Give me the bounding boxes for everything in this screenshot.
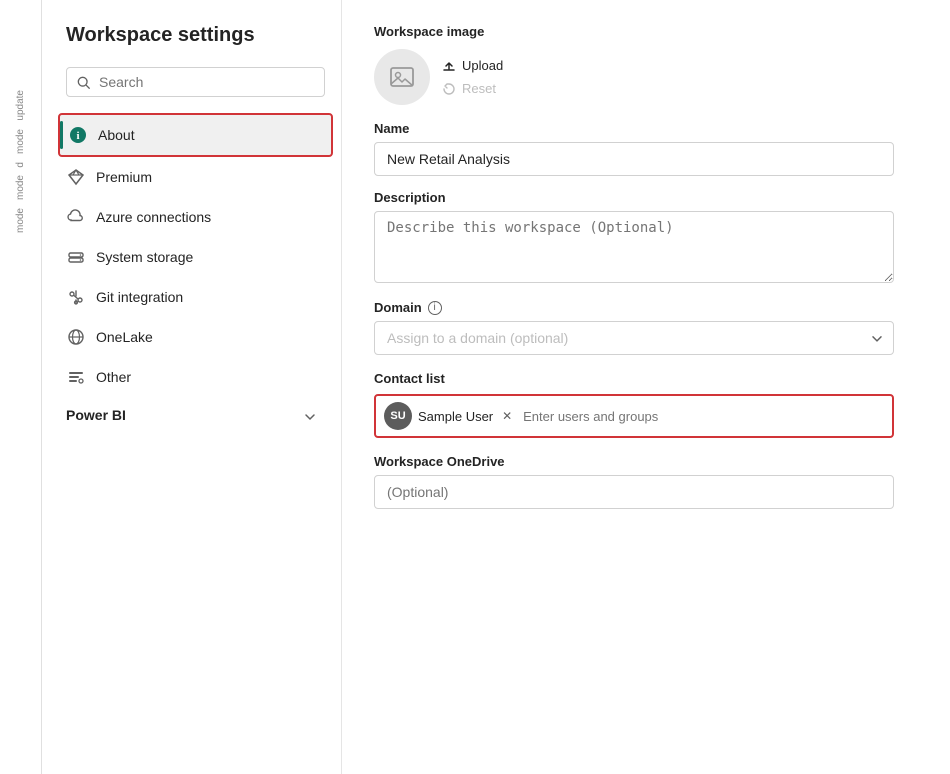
info-circle-icon: i — [428, 301, 442, 315]
name-section: Name — [374, 121, 918, 176]
left-edge-panel: update mode d mode mode — [0, 0, 42, 774]
workspace-image-section: Workspace image Upload — [374, 24, 918, 105]
contact-list-label: Contact list — [374, 371, 918, 386]
sidebar-item-git[interactable]: Git integration — [58, 277, 333, 317]
onelake-icon — [66, 327, 86, 347]
image-row: Upload Reset — [374, 49, 918, 105]
sidebar-item-label-onelake: OneLake — [96, 329, 153, 345]
search-box[interactable] — [66, 67, 325, 97]
sidebar-item-premium[interactable]: Premium — [58, 157, 333, 197]
sidebar-item-label-premium: Premium — [96, 169, 152, 185]
upload-button[interactable]: Upload — [442, 56, 503, 75]
sidebar-item-label-about: About — [98, 127, 135, 143]
sidebar-item-storage[interactable]: System storage — [58, 237, 333, 277]
domain-label: Domain — [374, 300, 422, 315]
contact-list-field[interactable]: SU Sample User ✕ — [374, 394, 894, 438]
sidebar-item-label-git: Git integration — [96, 289, 183, 305]
left-edge-label-1: update — [15, 90, 26, 121]
sidebar: Workspace settings i About — [42, 0, 342, 774]
user-name: Sample User — [418, 409, 493, 424]
sidebar-item-about[interactable]: i About — [58, 113, 333, 157]
info-icon: i — [68, 125, 88, 145]
domain-dropdown[interactable]: Assign to a domain (optional) — [374, 321, 894, 355]
chevron-down-icon — [870, 330, 884, 346]
remove-user-button[interactable]: ✕ — [499, 408, 515, 424]
sidebar-item-azure[interactable]: Azure connections — [58, 197, 333, 237]
sidebar-item-label-storage: System storage — [96, 249, 193, 265]
domain-placeholder: Assign to a domain (optional) — [387, 330, 568, 346]
sidebar-item-other[interactable]: Other — [58, 357, 333, 397]
sidebar-item-label-other: Other — [96, 369, 131, 385]
main-container: Workspace settings i About — [42, 0, 950, 774]
onedrive-input[interactable] — [374, 475, 894, 509]
content-area: Workspace image Upload — [342, 0, 950, 774]
avatar-initials: SU — [390, 410, 405, 422]
left-edge-label-2: mode — [15, 129, 26, 154]
avatar: SU — [384, 402, 412, 430]
other-icon — [66, 367, 86, 387]
domain-label-row: Domain i — [374, 300, 918, 315]
power-bi-section[interactable]: Power BI — [58, 397, 333, 433]
image-actions: Upload Reset — [442, 56, 503, 98]
description-input[interactable] — [374, 211, 894, 283]
contact-list-section: Contact list SU Sample User ✕ — [374, 371, 918, 438]
domain-dropdown-field[interactable]: Assign to a domain (optional) — [374, 321, 894, 355]
domain-section: Domain i Assign to a domain (optional) — [374, 300, 918, 355]
search-input[interactable] — [99, 74, 314, 90]
diamond-icon — [66, 167, 86, 187]
cloud-icon — [66, 207, 86, 227]
user-chip: SU Sample User ✕ — [384, 402, 515, 430]
sidebar-item-label-azure: Azure connections — [96, 209, 211, 225]
sidebar-item-onelake[interactable]: OneLake — [58, 317, 333, 357]
git-icon — [66, 287, 86, 307]
reset-label: Reset — [462, 81, 496, 96]
workspace-image-label: Workspace image — [374, 24, 918, 39]
reset-button[interactable]: Reset — [442, 79, 503, 98]
chevron-down-icon — [303, 407, 317, 423]
description-section: Description — [374, 190, 918, 286]
svg-text:i: i — [76, 130, 79, 142]
name-input[interactable] — [374, 142, 894, 176]
search-icon — [77, 74, 91, 90]
power-bi-label: Power BI — [66, 407, 126, 423]
left-edge-label-3: d — [15, 162, 26, 168]
description-label: Description — [374, 190, 918, 205]
onedrive-label: Workspace OneDrive — [374, 454, 918, 469]
contact-list-input[interactable] — [523, 409, 884, 424]
left-edge-label-4: mode — [15, 175, 26, 200]
workspace-onedrive-section: Workspace OneDrive — [374, 454, 918, 509]
storage-icon — [66, 247, 86, 267]
workspace-image-placeholder — [374, 49, 430, 105]
name-label: Name — [374, 121, 918, 136]
sidebar-title: Workspace settings — [58, 24, 341, 67]
left-edge-label-5: mode — [15, 208, 26, 233]
upload-label: Upload — [462, 58, 503, 73]
